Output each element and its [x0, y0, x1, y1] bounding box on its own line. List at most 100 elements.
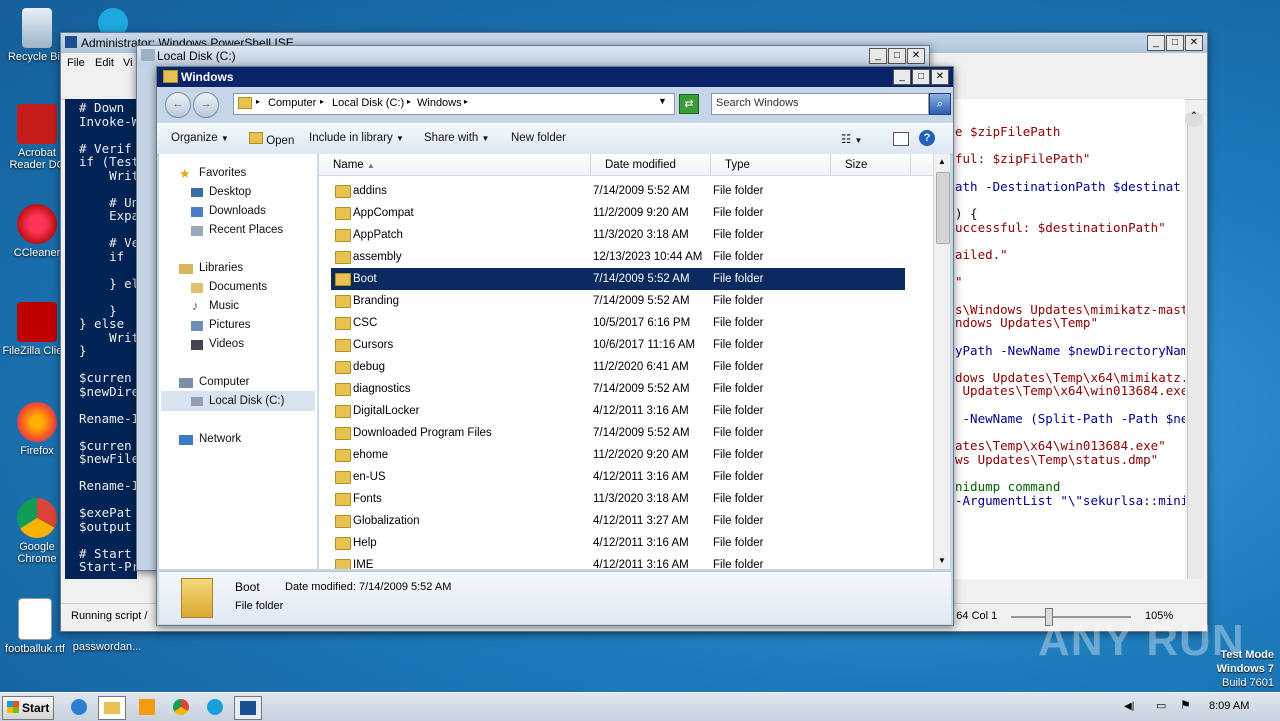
nav-videos[interactable]: Videos	[209, 338, 244, 350]
breadcrumb-windows[interactable]: Windows	[417, 97, 462, 109]
local-disk-titlebar[interactable]: Local Disk (C:) _ □ ✕	[137, 46, 929, 66]
file-row[interactable]: CSC 10/5/2017 6:16 PM File folder	[331, 312, 905, 334]
chevron-down-icon[interactable]: ▼	[658, 96, 667, 106]
forward-button[interactable]: →	[193, 92, 219, 118]
file-row[interactable]: DigitalLocker 4/12/2011 3:16 AM File folde…	[331, 400, 905, 422]
file-row[interactable]: Boot 7/14/2009 5:52 AM File folder	[331, 268, 905, 290]
code-line: # Un	[79, 194, 137, 210]
scroll-down-icon[interactable]: ▼	[934, 553, 950, 569]
taskbar-chrome-icon[interactable]	[168, 696, 194, 718]
column-type[interactable]: Type	[711, 154, 831, 176]
chevron-down-icon: ▼	[481, 134, 490, 143]
file-row[interactable]: addins 7/14/2009 5:52 AM File folder	[331, 180, 905, 202]
explorer-titlebar[interactable]: Windows _ □ ✕	[157, 67, 953, 87]
column-size[interactable]: Size	[831, 154, 911, 176]
back-button[interactable]: ←	[165, 92, 191, 118]
clock[interactable]: 8:09 AM	[1209, 700, 1249, 712]
tray-expand-icon[interactable]: ◀|	[1124, 701, 1134, 712]
refresh-icon[interactable]: ⇄	[679, 94, 699, 114]
start-button[interactable]: Start	[2, 696, 54, 720]
menu-view[interactable]: Vi	[123, 57, 133, 69]
file-list-scrollbar[interactable]: ▲ ▼	[933, 154, 950, 569]
view-options-icon[interactable]: ☷ ▼	[841, 132, 862, 146]
minimize-button[interactable]: _	[869, 48, 887, 64]
file-row[interactable]: AppPatch 11/3/2020 3:18 AM File folder	[331, 224, 905, 246]
ise-console-pane[interactable]: # Down Invoke-W # Verif if (Test Writ # Un…	[65, 99, 137, 579]
flag-icon[interactable]: ⚑	[1180, 698, 1191, 712]
file-name: Cursors	[353, 339, 394, 351]
folder-icon	[335, 339, 351, 352]
file-row[interactable]: IME 4/12/2011 3:16 AM File folder	[331, 554, 905, 569]
menu-edit[interactable]: Edit	[95, 57, 114, 69]
nav-computer[interactable]: Computer	[199, 376, 250, 388]
organize-button[interactable]: Organize ▼	[171, 132, 229, 144]
nav-local-disk[interactable]: Local Disk (C:)	[209, 395, 284, 407]
search-icon[interactable]: ⌕	[929, 93, 951, 115]
nav-libraries[interactable]: Libraries	[199, 262, 243, 274]
new-folder-button[interactable]: New folder	[511, 132, 566, 144]
file-row[interactable]: Branding 7/14/2009 5:52 AM File folder	[331, 290, 905, 312]
taskbar-edge-icon[interactable]	[202, 696, 228, 718]
taskbar-powershell-icon[interactable]	[234, 696, 262, 720]
file-row[interactable]: assembly 12/13/2023 10:44 AM File folder	[331, 246, 905, 268]
include-in-library-button[interactable]: Include in library ▼	[309, 132, 404, 144]
close-button[interactable]: ✕	[1185, 35, 1203, 51]
maximize-button[interactable]: □	[888, 48, 906, 64]
scrollbar-thumb[interactable]	[936, 172, 950, 244]
minimize-button[interactable]: _	[893, 69, 911, 85]
close-button[interactable]: ✕	[907, 48, 925, 64]
search-input[interactable]: Search Windows	[711, 93, 929, 115]
network-tray-icon[interactable]: ▭	[1156, 699, 1166, 712]
maximize-button[interactable]: □	[912, 69, 930, 85]
file-name: Globalization	[353, 515, 420, 527]
file-row[interactable]: Downloaded Program Files 7/14/2009 5:52 A…	[331, 422, 905, 444]
nav-desktop[interactable]: Desktop	[209, 186, 251, 198]
open-button[interactable]: Open	[249, 132, 294, 147]
breadcrumb-computer[interactable]: Computer	[268, 97, 316, 109]
file-row[interactable]: Help 4/12/2011 3:16 AM File folder	[331, 532, 905, 554]
nav-documents[interactable]: Documents	[209, 281, 267, 293]
address-bar[interactable]: ▸ Computer ▸ Local Disk (C:) ▸ Windows ▸…	[233, 93, 675, 115]
nav-favorites[interactable]: Favorites	[199, 167, 246, 179]
file-row[interactable]: en-US 4/12/2011 3:16 AM File folder	[331, 466, 905, 488]
file-row[interactable]: Fonts 11/3/2020 3:18 AM File folder	[331, 488, 905, 510]
minimize-button[interactable]: _	[1147, 35, 1165, 51]
breadcrumb-local-disk[interactable]: Local Disk (C:)	[332, 97, 404, 109]
nav-network[interactable]: Network	[199, 433, 241, 445]
file-type: File folder	[713, 405, 764, 417]
taskbar-media-player-icon[interactable]	[134, 696, 160, 718]
maximize-button[interactable]: □	[1166, 35, 1184, 51]
file-row[interactable]: Globalization 4/12/2011 3:27 AM File folde…	[331, 510, 905, 532]
menu-file[interactable]: File	[67, 57, 85, 69]
file-date: 7/14/2009 5:52 AM	[593, 273, 690, 285]
file-row[interactable]: ehome 11/2/2020 9:20 AM File folder	[331, 444, 905, 466]
file-type: File folder	[713, 251, 764, 263]
file-date: 4/12/2011 3:16 AM	[593, 471, 689, 483]
file-row[interactable]: diagnostics 7/14/2009 5:52 AM File folder	[331, 378, 905, 400]
file-row[interactable]: Cursors 10/6/2017 11:16 AM File folder	[331, 334, 905, 356]
ise-scrollbar[interactable]	[1187, 113, 1204, 579]
scroll-up-icon[interactable]: ▲	[934, 154, 950, 170]
code-line: } el	[79, 275, 137, 291]
nav-recent-places[interactable]: Recent Places	[209, 224, 283, 236]
share-with-button[interactable]: Share with ▼	[424, 132, 489, 144]
code-line: ndows Updates\Temp"	[955, 315, 1098, 331]
file-row[interactable]: debug 11/2/2020 6:41 AM File folder	[331, 356, 905, 378]
collapse-icon[interactable]: ⌃	[1185, 111, 1203, 127]
folder-icon	[335, 449, 351, 462]
nav-music[interactable]: Music	[209, 300, 239, 312]
ise-script-pane[interactable]: e $zipFilePath ful: $zipFilePath" ath -D…	[953, 99, 1185, 579]
help-icon[interactable]: ?	[919, 130, 935, 146]
file-row[interactable]: AppCompat 11/2/2009 9:20 AM File folder	[331, 202, 905, 224]
explorer-window[interactable]: Windows _ □ ✕ ← → ▸ Computer ▸ Local Dis…	[156, 66, 954, 626]
nav-pictures[interactable]: Pictures	[209, 319, 251, 331]
column-date[interactable]: Date modified	[591, 154, 711, 176]
close-button[interactable]: ✕	[931, 69, 949, 85]
nav-downloads[interactable]: Downloads	[209, 205, 266, 217]
taskbar-explorer-icon[interactable]	[98, 696, 126, 720]
taskbar-ie-icon[interactable]	[66, 696, 92, 718]
file-date: 4/12/2011 3:16 AM	[593, 559, 689, 569]
column-name[interactable]: Name ▲	[319, 154, 591, 176]
preview-pane-icon[interactable]	[893, 132, 909, 146]
command-bar: Organize ▼ Open Include in library ▼ Sha…	[157, 123, 953, 155]
